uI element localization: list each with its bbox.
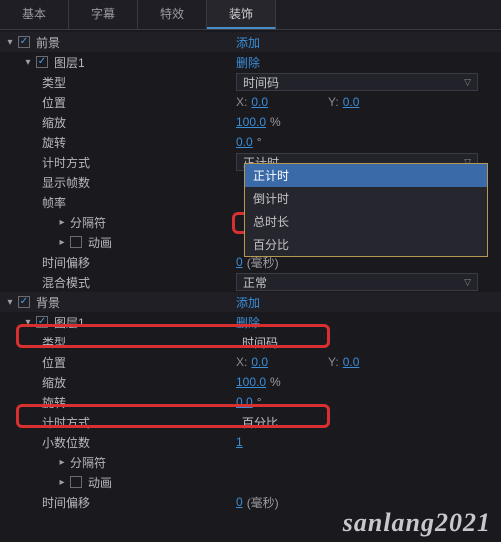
prop-position: 位置 bbox=[40, 94, 66, 111]
pos-y-fg[interactable]: 0.0 bbox=[343, 95, 360, 109]
ms-suffix-bg: (毫秒) bbox=[247, 494, 279, 511]
prop-show-frames: 显示帧数 bbox=[40, 174, 90, 191]
chevron-down-icon: ▽ bbox=[464, 77, 471, 88]
checkbox-anim-bg[interactable]: ✓ bbox=[70, 476, 82, 488]
pos-x-bg[interactable]: 0.0 bbox=[251, 355, 268, 369]
type-select-bg[interactable]: 时间码 bbox=[236, 333, 478, 351]
checkbox-fg[interactable]: ✓ bbox=[18, 36, 30, 48]
prop-scale-bg: 缩放 bbox=[40, 374, 66, 391]
prop-time-offset: 时间偏移 bbox=[40, 254, 90, 271]
prop-animation-bg: 动画 bbox=[86, 474, 112, 491]
prop-position-bg: 位置 bbox=[40, 354, 66, 371]
type-select-fg[interactable]: 时间码▽ bbox=[236, 73, 478, 91]
option-count-up[interactable]: 正计时 bbox=[245, 164, 487, 187]
checkbox-anim[interactable]: ✓ bbox=[70, 236, 82, 248]
prop-time-offset-bg: 时间偏移 bbox=[40, 494, 90, 511]
chevron-right-icon[interactable]: ▸ bbox=[56, 217, 68, 228]
prop-type: 类型 bbox=[40, 74, 66, 91]
checkbox-layer-bg[interactable]: ✓ bbox=[36, 316, 48, 328]
chevron-down-icon[interactable]: ▾ bbox=[4, 37, 16, 48]
prop-timing: 计时方式 bbox=[40, 154, 90, 171]
prop-separator: 分隔符 bbox=[68, 214, 106, 231]
chevron-down-icon[interactable]: ▾ bbox=[22, 57, 34, 68]
section-fg: 前景 bbox=[34, 34, 60, 51]
rotation-fg[interactable]: 0.0 bbox=[236, 135, 253, 149]
chevron-right-icon[interactable]: ▸ bbox=[56, 237, 68, 248]
option-total-duration[interactable]: 总时长 bbox=[245, 210, 487, 233]
x-label-bg: X: bbox=[236, 355, 247, 369]
prop-timing-bg: 计时方式 bbox=[40, 414, 90, 431]
pct-suffix-bg: % bbox=[270, 375, 281, 389]
section-bg: 背景 bbox=[34, 294, 60, 311]
y-label-bg: Y: bbox=[328, 355, 339, 369]
tab-deco[interactable]: 装饰 bbox=[207, 0, 276, 29]
checkbox-bg[interactable]: ✓ bbox=[18, 296, 30, 308]
delete-fg-layer1[interactable]: 删除 bbox=[236, 54, 260, 71]
offset-fg[interactable]: 0 bbox=[236, 255, 243, 269]
tab-fx[interactable]: 特效 bbox=[138, 0, 207, 29]
option-count-down[interactable]: 倒计时 bbox=[245, 187, 487, 210]
y-label: Y: bbox=[328, 95, 339, 109]
add-bg[interactable]: 添加 bbox=[236, 294, 260, 311]
deg-suffix-bg: ° bbox=[257, 395, 262, 409]
prop-type-bg: 类型 bbox=[40, 334, 66, 351]
pos-x-fg[interactable]: 0.0 bbox=[251, 95, 268, 109]
deg-suffix: ° bbox=[257, 135, 262, 149]
fg-layer1: 图层1 bbox=[52, 54, 85, 71]
scale-bg[interactable]: 100.0 bbox=[236, 375, 266, 389]
checkbox-layer[interactable]: ✓ bbox=[36, 56, 48, 68]
chevron-right-icon[interactable]: ▸ bbox=[56, 457, 68, 468]
prop-scale: 缩放 bbox=[40, 114, 66, 131]
option-percent[interactable]: 百分比 bbox=[245, 233, 487, 256]
scale-fg[interactable]: 100.0 bbox=[236, 115, 266, 129]
x-label: X: bbox=[236, 95, 247, 109]
prop-rotation-bg: 旋转 bbox=[40, 394, 66, 411]
rotation-bg[interactable]: 0.0 bbox=[236, 395, 253, 409]
chevron-down-icon[interactable]: ▾ bbox=[22, 317, 34, 328]
timing-select-bg[interactable]: 百分比 bbox=[236, 413, 478, 431]
chevron-down-icon[interactable]: ▾ bbox=[4, 297, 16, 308]
prop-rotation: 旋转 bbox=[40, 134, 66, 151]
chevron-right-icon[interactable]: ▸ bbox=[56, 477, 68, 488]
prop-frame-rate: 帧率 bbox=[40, 194, 66, 211]
pos-y-bg[interactable]: 0.0 bbox=[343, 355, 360, 369]
bg-layer1: 图层1 bbox=[52, 314, 85, 331]
offset-bg[interactable]: 0 bbox=[236, 495, 243, 509]
pct-suffix: % bbox=[270, 115, 281, 129]
timing-dropdown[interactable]: 正计时 倒计时 总时长 百分比 bbox=[244, 163, 488, 257]
prop-decimals: 小数位数 bbox=[40, 434, 90, 451]
tab-basic[interactable]: 基本 bbox=[0, 0, 69, 29]
blend-select-fg[interactable]: 正常▽ bbox=[236, 273, 478, 291]
decimals-bg[interactable]: 1 bbox=[236, 435, 243, 449]
add-fg[interactable]: 添加 bbox=[236, 34, 260, 51]
prop-separator-bg: 分隔符 bbox=[68, 454, 106, 471]
prop-animation: 动画 bbox=[86, 234, 112, 251]
delete-bg-layer1[interactable]: 删除 bbox=[236, 314, 260, 331]
prop-blend: 混合模式 bbox=[40, 274, 90, 291]
watermark: sanlang2021 bbox=[343, 508, 491, 538]
tab-subtitle[interactable]: 字幕 bbox=[69, 0, 138, 29]
chevron-down-icon: ▽ bbox=[464, 277, 471, 288]
